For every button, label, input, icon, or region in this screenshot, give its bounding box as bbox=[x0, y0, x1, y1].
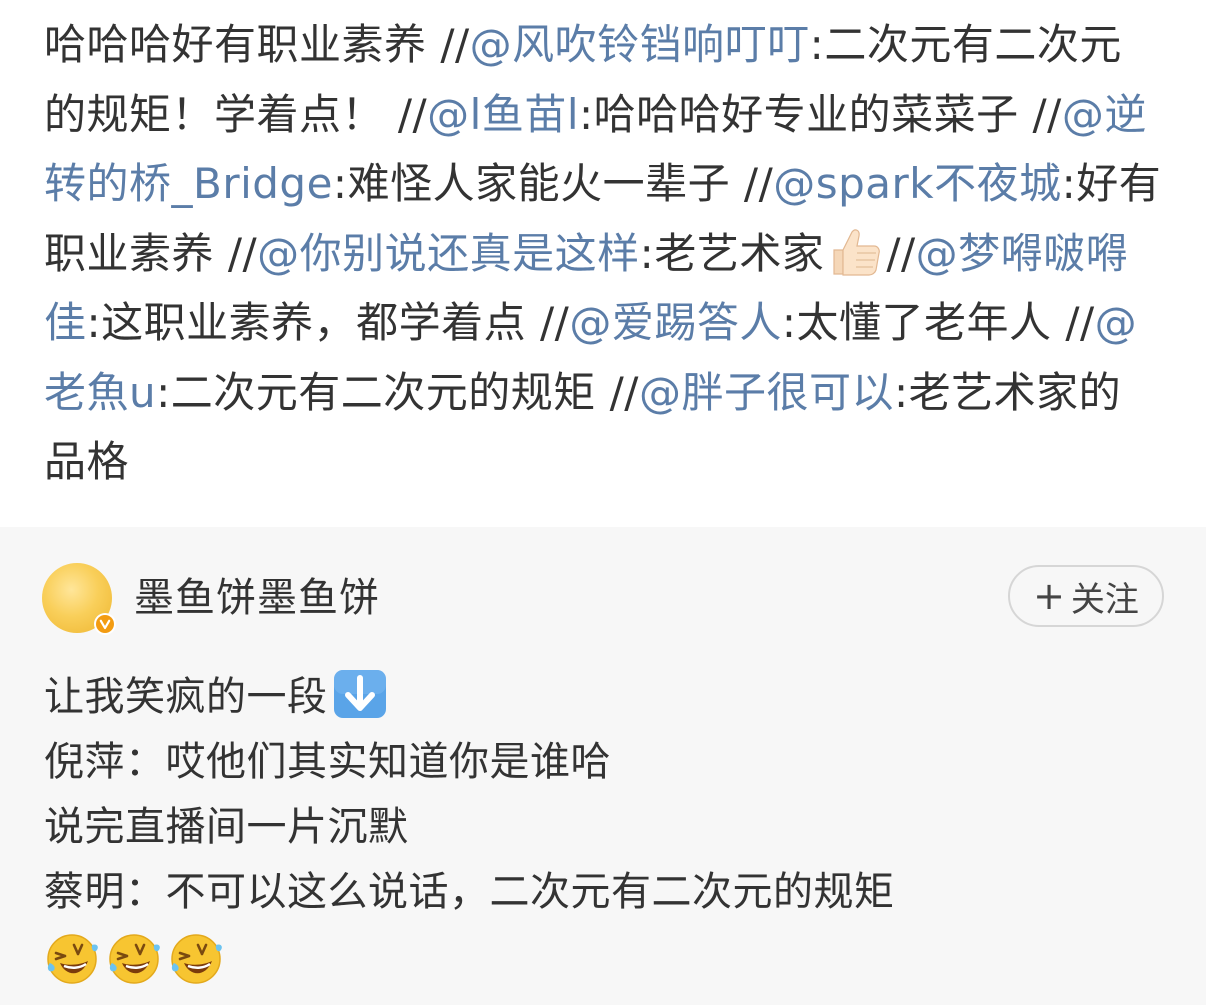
rofl-icon bbox=[106, 931, 162, 987]
post-body: 让我笑疯的一段 倪萍：哎他们其实知道你是谁哈 说完直播间一片沉默 蔡明：不可以这… bbox=[44, 665, 1164, 995]
repost-chain-text: 哈哈哈好有职业素养 //@风吹铃铛响叮叮:二次元有二次元的规矩！学着点！ //@… bbox=[44, 10, 1162, 497]
post-line: 让我笑疯的一段 bbox=[44, 665, 1164, 730]
mention-link[interactable]: @爱踢答人 bbox=[569, 298, 782, 347]
thumbs-up-icon bbox=[826, 226, 882, 278]
repost-text: :老艺术家 bbox=[639, 228, 825, 278]
mention-link[interactable]: @风吹铃铛响叮叮 bbox=[470, 20, 810, 69]
follow-button[interactable]: + 关注 bbox=[1008, 565, 1164, 627]
author-row: 墨鱼饼墨鱼饼 + 关注 bbox=[0, 527, 1206, 667]
plus-icon: + bbox=[1033, 574, 1065, 618]
reaction-emojis bbox=[44, 925, 1164, 995]
repost-text: :哈哈哈好专业的菜菜子 // bbox=[579, 89, 1062, 139]
repost-text: :太懂了老年人 // bbox=[781, 298, 1095, 347]
rofl-icon bbox=[168, 931, 224, 987]
post-line: 蔡明：不可以这么说话，二次元有二次元的规矩 bbox=[44, 869, 895, 915]
repost-chain: 哈哈哈好有职业素养 //@风吹铃铛响叮叮:二次元有二次元的规矩！学着点！ //@… bbox=[0, 0, 1206, 527]
repost-text: // bbox=[886, 228, 916, 278]
follow-label: 关注 bbox=[1070, 579, 1139, 620]
down-arrow-icon bbox=[332, 669, 388, 719]
author-name[interactable]: 墨鱼饼墨鱼饼 bbox=[134, 573, 380, 623]
repost-text: :二次元有二次元的规矩 // bbox=[156, 367, 639, 417]
repost-text: 哈哈哈好有职业素养 // bbox=[44, 20, 470, 69]
repost-text: :这职业素养，都学着点 // bbox=[86, 298, 570, 347]
original-post-card[interactable]: 墨鱼饼墨鱼饼 + 关注 让我笑疯的一段 倪萍：哎他们其实知道你是谁哈 说完直播间… bbox=[0, 527, 1206, 1005]
repost-text: :难怪人家能火一辈子 // bbox=[332, 159, 774, 208]
verified-badge-icon bbox=[94, 613, 116, 635]
post-line: 说完直播间一片沉默 bbox=[44, 804, 409, 850]
post-line: 倪萍：哎他们其实知道你是谁哈 bbox=[44, 739, 611, 785]
rofl-icon bbox=[44, 931, 100, 987]
mention-link[interactable]: @你别说还真是这样 bbox=[257, 229, 640, 278]
mention-link[interactable]: @胖子很可以 bbox=[639, 368, 894, 417]
mention-link[interactable]: @l鱼苗l bbox=[427, 90, 579, 139]
post-line-text: 让我笑疯的一段 bbox=[44, 674, 328, 720]
mention-link[interactable]: @spark不夜城 bbox=[773, 159, 1061, 208]
